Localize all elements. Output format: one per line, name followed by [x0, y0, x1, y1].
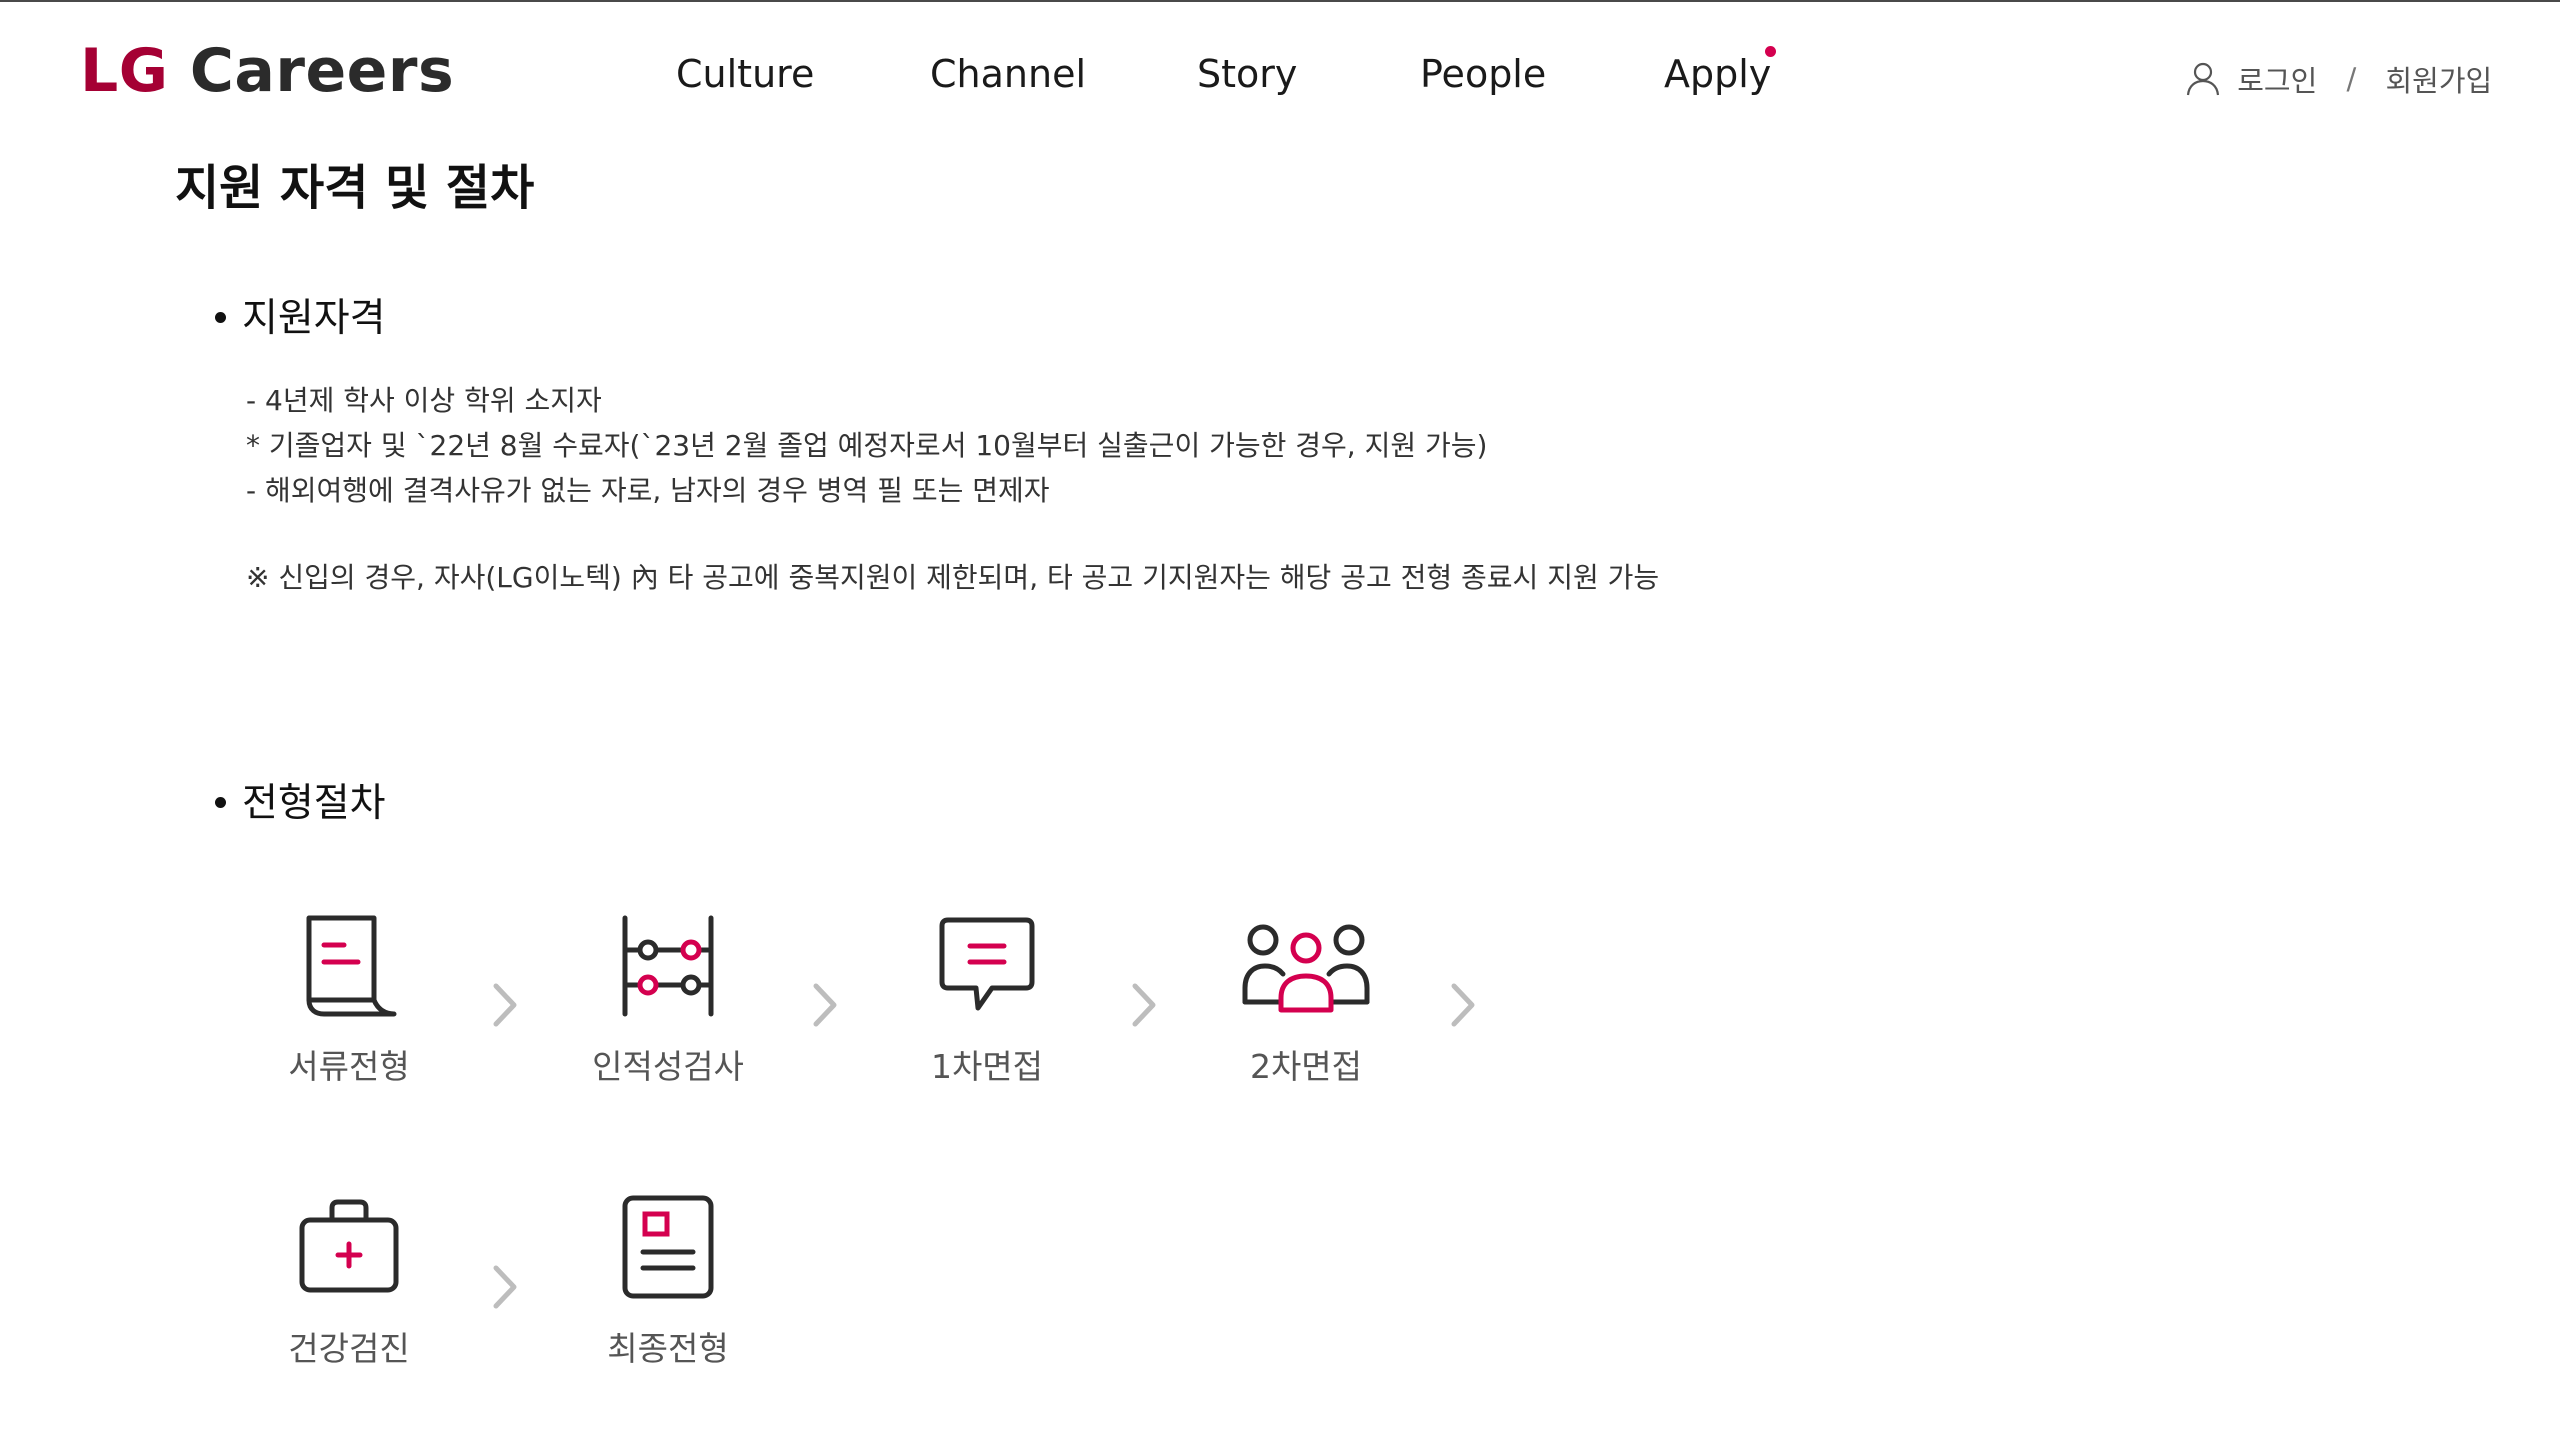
medical-kit-icon: [299, 1199, 399, 1293]
abacus-icon: [622, 915, 714, 1017]
chevron-right-icon: [1132, 983, 1156, 1027]
step-document-screening: 서류전형: [249, 910, 449, 1088]
qualification-line: * 기졸업자 및 `22년 8월 수료자(`23년 2월 졸업 예정자로서 10…: [246, 429, 1488, 462]
nav-story[interactable]: Story: [1197, 52, 1297, 96]
chevron-right-icon: [493, 983, 517, 1027]
step-label: 2차면접: [1249, 1047, 1363, 1086]
speech-bubble-icon: [939, 917, 1035, 1011]
qualification-note: ※ 신입의 경우, 자사(LG이노텍) 內 타 공고에 중복지원이 제한되며, …: [246, 561, 1660, 594]
nav-people[interactable]: People: [1420, 52, 1546, 96]
user-icon: [2186, 62, 2220, 96]
chevron-right-icon: [1451, 983, 1475, 1027]
step-final-screening: 최종전형: [568, 1192, 768, 1370]
page-title: 지원 자격 및 절차: [175, 160, 535, 216]
step-aptitude-test: 인적성검사: [568, 910, 768, 1088]
step-first-interview: 1차면접: [887, 910, 1087, 1088]
bullet-dot: [215, 312, 226, 323]
step-label: 인적성검사: [592, 1047, 744, 1086]
chevron-right-icon: [813, 983, 837, 1027]
step-second-interview: 2차면접: [1206, 910, 1406, 1088]
user-link-separator: /: [2346, 62, 2357, 96]
group-people-icon: [1242, 924, 1370, 1013]
login-link[interactable]: 로그인: [2237, 64, 2317, 98]
user-links: 로그인 / 회원가입: [2186, 58, 2492, 102]
bullet-dot: [215, 797, 226, 808]
qualification-heading-text: 지원자격: [242, 296, 386, 341]
nav-apply[interactable]: Apply: [1664, 52, 1771, 96]
chevron-right-icon: [493, 1265, 517, 1309]
profile-card-icon: [622, 1195, 714, 1299]
signup-link[interactable]: 회원가입: [2385, 64, 2492, 98]
process-heading: 전형절차: [215, 772, 386, 828]
process-heading-text: 전형절차: [242, 781, 386, 826]
step-label: 서류전형: [288, 1047, 410, 1086]
step-label: 1차면접: [930, 1047, 1044, 1086]
site-header: LG Careers Culture Channel Story People …: [0, 2, 2560, 152]
step-label: 건강검진: [288, 1329, 410, 1368]
nav-channel[interactable]: Channel: [930, 52, 1086, 96]
main-nav: Culture Channel Story People Apply: [0, 46, 2560, 112]
step-label: 최종전형: [607, 1329, 729, 1368]
qualification-list: - 4년제 학사 이상 학위 소지자 * 기졸업자 및 `22년 8월 수료자(…: [246, 378, 1487, 513]
step-health-check: 건강검진: [249, 1192, 449, 1370]
apply-notification-dot: [1765, 46, 1776, 57]
document-icon: [306, 915, 397, 1017]
qualification-line: - 4년제 학사 이상 학위 소지자: [246, 384, 602, 417]
qualification-line: - 해외여행에 결격사유가 없는 자로, 남자의 경우 병역 필 또는 면제자: [246, 474, 1050, 507]
qualification-heading: 지원자격: [215, 287, 386, 343]
nav-culture[interactable]: Culture: [676, 52, 814, 96]
